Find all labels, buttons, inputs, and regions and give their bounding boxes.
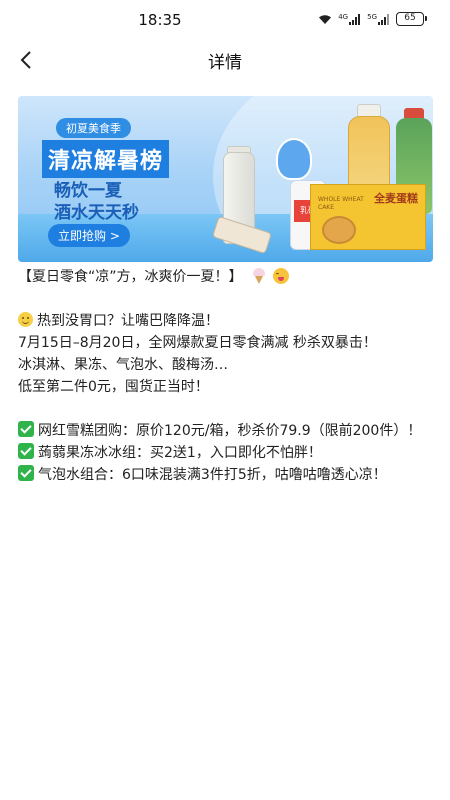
banner-title: 清凉解暑榜 [42, 140, 170, 178]
banner-tag: 初夏美食季 [56, 118, 131, 138]
headline-text: 【夏日零食“凉”方，冰爽价一夏！】 [18, 269, 243, 285]
intro-line-2: 7月15日–8月20日，全网爆款夏日零食满减 秒杀双暴击！ [18, 335, 377, 351]
cake-image [322, 216, 356, 244]
battery-icon: 65 [396, 12, 427, 26]
cake-box-label: 全麦蛋糕 [374, 192, 418, 205]
smile-face-icon [18, 312, 33, 327]
signal-icon-2: 5G [367, 13, 390, 25]
page-title: 详情 [208, 53, 242, 73]
status-bar: 18:35 4G 5G 65 [0, 0, 450, 38]
buy-now-button[interactable]: 立即抢购 > [48, 224, 130, 247]
status-time: 18:35 [138, 11, 182, 29]
signal-icon-1: 4G [338, 13, 361, 25]
deal-item-2: 蒟蒻果冻冰冰组：买2送1，入口即化不怕胖！ [18, 442, 432, 464]
deal-text-3: 气泡水组合：6口味混装满3件打5折，咕噜咕噜透心凉！ [38, 467, 387, 483]
deal-text-2: 蒟蒻果冻冰冰组：买2送1，入口即化不怕胖！ [38, 445, 322, 461]
promo-banner[interactable]: 初夏美食季 清凉解暑榜 畅饮一夏 酒水天天秒 立即抢购 > 乳矿 WHOLE W… [18, 96, 433, 262]
status-icons: 4G 5G 65 [318, 12, 427, 26]
deal-text-1: 网红雪糕团购：原价120元/箱，秒杀价79.9（限前200件）！ [38, 423, 422, 439]
headline: 【夏日零食“凉”方，冰爽价一夏！】 [18, 266, 432, 288]
cake-box-english-label: WHOLE WHEAT CAKE [318, 196, 364, 211]
intro-line-3: 冰淇淋、果冻、气泡水、酸梅汤… [18, 357, 228, 373]
banner-subtitle-2: 酒水天天秒 [54, 203, 139, 223]
check-mark-icon [18, 443, 34, 459]
article-content: 【夏日零食“凉”方，冰爽价一夏！】 热到没胃口？让嘴巴降降温！ 7月15日–8月… [18, 266, 432, 486]
intro-line-1: 热到没胃口？让嘴巴降降温！ [18, 310, 432, 332]
check-mark-icon [18, 421, 34, 437]
intro-text-1: 热到没胃口？让嘴巴降降温！ [37, 313, 219, 329]
nav-bar: 详情 [0, 38, 450, 82]
deal-item-3: 气泡水组合：6口味混装满3件打5折，咕噜咕噜透心凉！ [18, 464, 432, 486]
yum-face-icon [273, 268, 290, 284]
intro-line-4: 低至第二件0元，囤货正当时！ [18, 379, 209, 395]
deal-item-1: 网红雪糕团购：原价120元/箱，秒杀价79.9（限前200件）！ [18, 420, 432, 442]
cow-mascot-image [276, 138, 312, 180]
check-mark-icon [18, 465, 34, 481]
wifi-icon [318, 14, 332, 25]
ice-cream-icon [251, 268, 267, 284]
